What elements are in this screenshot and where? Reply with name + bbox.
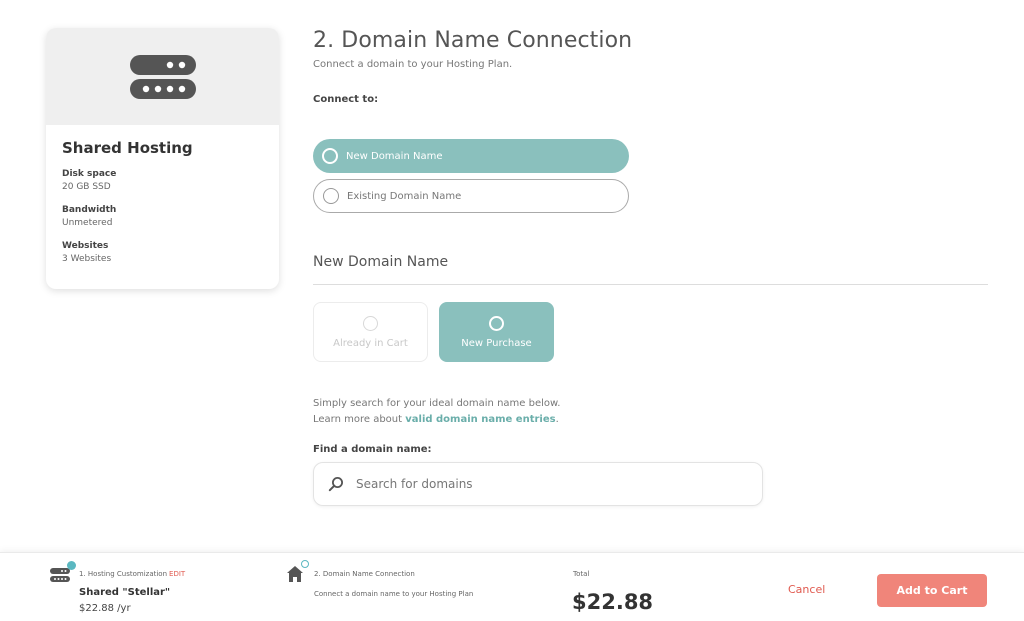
helper-line-1: Simply search for your ideal domain name… bbox=[313, 398, 561, 409]
footer-step2-label: 2. Domain Name Connection bbox=[314, 570, 415, 578]
page-subtitle: Connect a domain to your Hosting Plan. bbox=[313, 59, 513, 70]
helper-text: Simply search for your ideal domain name… bbox=[313, 396, 560, 428]
tile-label: New Purchase bbox=[461, 337, 532, 349]
footer-plan-name: Shared "Stellar" bbox=[79, 587, 171, 598]
plan-hero bbox=[46, 28, 279, 125]
divider bbox=[313, 284, 988, 285]
spec-value: Unmetered bbox=[62, 218, 113, 228]
spec-label: Disk space bbox=[62, 169, 117, 179]
footer-bar: 1. Hosting Customization EDIT Shared "Ste… bbox=[0, 552, 1024, 621]
home-icon bbox=[287, 566, 303, 582]
footer-plan-price: $22.88 /yr bbox=[79, 603, 131, 614]
option-label: New Domain Name bbox=[346, 150, 443, 162]
tile-already-in-cart: Already in Cart bbox=[313, 302, 428, 362]
footer-step2-desc: Connect a domain name to your Hosting Pl… bbox=[314, 590, 474, 598]
main-content: 2. Domain Name Connection Connect a doma… bbox=[313, 28, 988, 506]
spec-disk-space: Disk space 20 GB SSD bbox=[62, 169, 263, 192]
helper-prefix: Learn more about bbox=[313, 414, 406, 425]
total-value: $22.88 bbox=[572, 590, 654, 614]
plan-card: Shared Hosting Disk space 20 GB SSD Band… bbox=[46, 28, 279, 289]
total-label: Total bbox=[573, 570, 590, 578]
spec-value: 3 Websites bbox=[62, 254, 112, 264]
plan-title: Shared Hosting bbox=[62, 139, 193, 157]
spec-value: 20 GB SSD bbox=[62, 182, 111, 192]
radio-icon bbox=[322, 148, 338, 164]
option-new-domain-name[interactable]: New Domain Name bbox=[313, 139, 629, 173]
helper-line-2: Learn more about valid domain name entri… bbox=[313, 412, 560, 428]
spec-label: Bandwidth bbox=[62, 205, 117, 215]
valid-entries-link[interactable]: valid domain name entries bbox=[405, 414, 555, 425]
section-title: New Domain Name bbox=[313, 254, 449, 270]
radio-icon bbox=[323, 188, 339, 204]
connect-to-label: Connect to: bbox=[313, 94, 379, 105]
find-domain-label: Find a domain name: bbox=[313, 444, 432, 455]
add-to-cart-button[interactable]: Add to Cart bbox=[877, 574, 987, 607]
radio-icon bbox=[363, 315, 378, 331]
page-title: 2. Domain Name Connection bbox=[313, 28, 633, 53]
radio-icon bbox=[489, 315, 504, 331]
check-icon bbox=[67, 561, 76, 570]
spec-bandwidth: Bandwidth Unmetered bbox=[62, 205, 263, 228]
plan-body: Shared Hosting Disk space 20 GB SSD Band… bbox=[46, 125, 279, 264]
spec-label: Websites bbox=[62, 241, 109, 251]
step1-text: 1. Hosting Customization bbox=[79, 570, 168, 578]
spec-websites: Websites 3 Websites bbox=[62, 241, 263, 264]
option-label: Existing Domain Name bbox=[347, 190, 462, 202]
tile-label: Already in Cart bbox=[333, 337, 408, 349]
tile-new-purchase[interactable]: New Purchase bbox=[439, 302, 554, 362]
domain-search-input[interactable] bbox=[356, 477, 746, 491]
helper-suffix: . bbox=[555, 414, 559, 425]
footer-step1-label: 1. Hosting Customization EDIT bbox=[79, 570, 185, 578]
progress-ring-icon bbox=[301, 560, 309, 568]
edit-link[interactable]: EDIT bbox=[169, 570, 185, 578]
cancel-button[interactable]: Cancel bbox=[788, 583, 825, 596]
search-icon bbox=[328, 477, 343, 492]
server-icon bbox=[129, 54, 196, 99]
option-existing-domain-name[interactable]: Existing Domain Name bbox=[313, 179, 629, 213]
domain-search-box[interactable] bbox=[313, 462, 763, 506]
